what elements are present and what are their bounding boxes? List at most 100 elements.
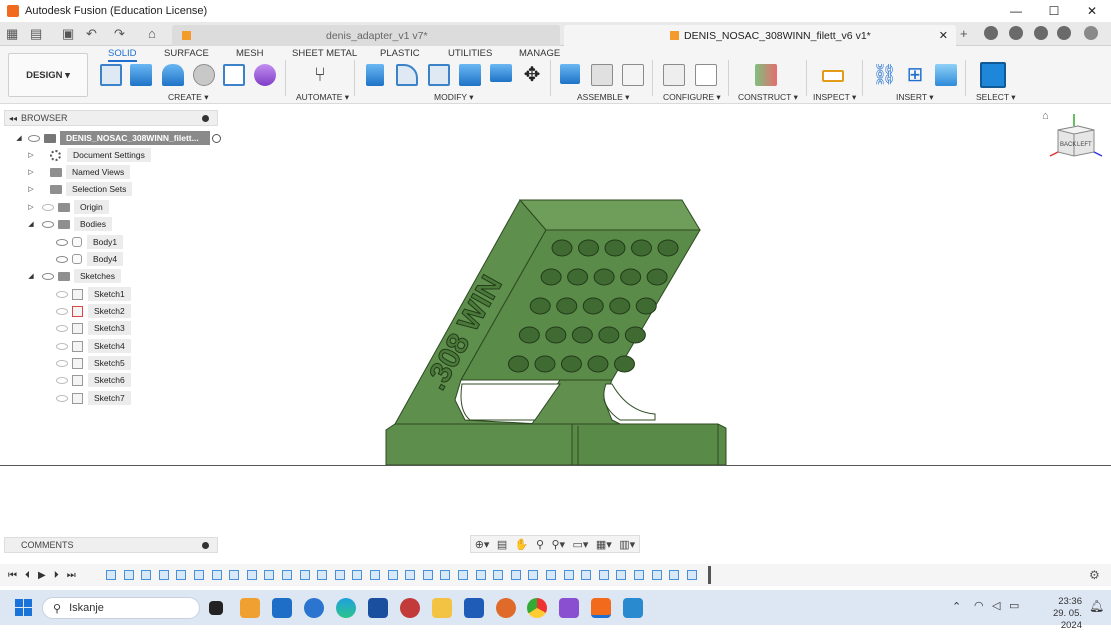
- insert-canvas-icon[interactable]: [935, 64, 957, 86]
- tab-sheet-metal[interactable]: SHEET METAL: [292, 48, 357, 59]
- zoom-window-icon[interactable]: ⚲▾: [551, 538, 565, 551]
- taskbar-clock[interactable]: 23:36 29. 05. 2024: [1030, 596, 1082, 632]
- visibility-eye-icon[interactable]: [56, 238, 68, 246]
- joint-icon[interactable]: [591, 64, 613, 86]
- tab-denis-adapter[interactable]: denis_adapter_v1 v7*: [172, 25, 560, 46]
- new-component-icon[interactable]: [560, 64, 580, 84]
- timeline-feature-icon[interactable]: [123, 570, 134, 580]
- tree-item-body1[interactable]: Body1: [56, 234, 124, 250]
- timeline-feature-icon[interactable]: [475, 570, 486, 580]
- timeline-feature-icon[interactable]: [669, 570, 680, 580]
- chrome-icon[interactable]: [527, 598, 547, 618]
- skype-icon[interactable]: [304, 598, 324, 618]
- tab-plastic[interactable]: PLASTIC: [380, 48, 420, 59]
- app-grid-icon[interactable]: ▦: [6, 26, 18, 42]
- windows-start-icon[interactable]: [15, 599, 32, 616]
- insert-menu[interactable]: INSERT ▾: [896, 92, 934, 103]
- visibility-eye-icon[interactable]: [28, 134, 40, 142]
- timeline-feature-icon[interactable]: [440, 570, 451, 580]
- viewports-icon[interactable]: ▥▾: [619, 538, 635, 551]
- timeline-feature-icon[interactable]: [158, 570, 169, 580]
- select-menu[interactable]: SELECT ▾: [976, 92, 1016, 103]
- zoom-icon[interactable]: ⚲: [536, 538, 544, 551]
- visual-studio-icon[interactable]: [559, 598, 579, 618]
- visibility-eye-icon[interactable]: [56, 376, 68, 384]
- press-pull-icon[interactable]: [366, 64, 384, 86]
- tree-item-sketch2[interactable]: Sketch2: [56, 303, 131, 319]
- combine-icon[interactable]: [490, 64, 512, 82]
- show-hidden-icons-icon[interactable]: ⌃: [952, 600, 961, 613]
- browser-panel-header[interactable]: ◂◂ BROWSER: [4, 110, 218, 126]
- grid-icon[interactable]: ▦▾: [596, 538, 612, 551]
- chamfer-icon[interactable]: [428, 64, 450, 86]
- timeline-feature-icon[interactable]: [634, 570, 644, 580]
- new-tab-icon[interactable]: +: [960, 26, 968, 41]
- visibility-eye-icon[interactable]: [56, 255, 68, 263]
- job-status-icon[interactable]: [1009, 26, 1023, 40]
- file-explorer-icon[interactable]: [432, 598, 452, 618]
- save-icon[interactable]: ▣: [62, 26, 74, 42]
- view-cube[interactable]: BACK LEFT: [1048, 112, 1104, 168]
- files-app-icon[interactable]: [240, 598, 260, 618]
- visibility-eye-icon[interactable]: [42, 220, 54, 228]
- timeline-feature-icon[interactable]: [616, 570, 627, 580]
- timeline-feature-icon[interactable]: [299, 570, 310, 580]
- tab-manage[interactable]: MANAGE: [519, 48, 560, 59]
- create-menu[interactable]: CREATE ▾: [168, 92, 208, 103]
- insert-derive-icon[interactable]: ⛓: [872, 64, 897, 86]
- visibility-eye-icon[interactable]: [56, 290, 68, 298]
- measure-icon[interactable]: [822, 70, 844, 82]
- timeline-feature-icon[interactable]: [317, 570, 328, 580]
- visibility-eye-icon[interactable]: [42, 272, 54, 280]
- visibility-eye-icon[interactable]: [56, 342, 68, 350]
- tab-surface[interactable]: SURFACE: [164, 48, 209, 59]
- extrude-icon[interactable]: [130, 64, 152, 86]
- add-comment-icon[interactable]: [202, 541, 209, 549]
- look-at-icon[interactable]: ▤: [497, 538, 507, 551]
- help-icon[interactable]: [1057, 26, 1071, 40]
- notifications-icon[interactable]: [1034, 26, 1048, 40]
- tree-item-body4[interactable]: Body4: [56, 251, 124, 267]
- tab-denis-nosac[interactable]: DENIS_NOSAC_308WINN_filett_v6 v1* ✕: [564, 25, 956, 46]
- tab-solid[interactable]: SOLID: [108, 48, 137, 62]
- timeline-feature-icon[interactable]: [141, 570, 152, 580]
- tree-item-sketch1[interactable]: Sketch1: [56, 286, 131, 302]
- timeline-feature-icon[interactable]: [176, 570, 187, 580]
- battery-icon[interactable]: ▭: [1009, 599, 1019, 612]
- maximize-button[interactable]: ☐: [1035, 0, 1073, 22]
- tree-item-sketch7[interactable]: Sketch7: [56, 390, 131, 406]
- wifi-icon[interactable]: ◠: [974, 599, 984, 612]
- timeline-feature-icon[interactable]: [194, 570, 204, 580]
- step-forward-icon[interactable]: ⏵: [54, 570, 59, 581]
- joint-origin-icon[interactable]: [622, 64, 644, 86]
- move-copy-icon[interactable]: ✥: [521, 64, 543, 86]
- timeline-feature-icon[interactable]: [458, 570, 468, 580]
- collapse-browser-icon[interactable]: ◂◂: [9, 114, 17, 123]
- step-back-icon[interactable]: ⏴: [25, 570, 30, 581]
- tree-item-bodies[interactable]: ◢ Bodies: [26, 216, 112, 232]
- timeline-feature-icon[interactable]: [405, 570, 416, 580]
- offset-plane-icon[interactable]: [755, 64, 777, 86]
- timeline-settings-icon[interactable]: ⚙: [1089, 568, 1100, 582]
- timeline-feature-icon[interactable]: [581, 570, 592, 580]
- automate-menu[interactable]: AUTOMATE ▾: [296, 92, 349, 103]
- file-menu-icon[interactable]: ▤: [30, 26, 42, 42]
- configuration-table-icon[interactable]: [695, 64, 717, 86]
- revolve-icon[interactable]: [162, 64, 184, 86]
- minimize-button[interactable]: —: [997, 0, 1035, 22]
- timeline-feature-icon[interactable]: [493, 570, 504, 580]
- store-icon[interactable]: [368, 598, 388, 618]
- timeline-feature-icon[interactable]: [106, 570, 116, 580]
- close-button[interactable]: ✕: [1073, 0, 1111, 22]
- home-icon[interactable]: ⌂: [148, 26, 156, 41]
- timeline-feature-icon[interactable]: [422, 570, 433, 580]
- timeline-feature-icon[interactable]: [282, 570, 292, 580]
- automate-icon[interactable]: ⑂: [309, 64, 331, 86]
- timeline-feature-icon[interactable]: [546, 570, 556, 580]
- task-view-icon[interactable]: [209, 601, 223, 615]
- go-to-end-icon[interactable]: ⏭: [67, 570, 76, 581]
- edge-icon[interactable]: [336, 598, 356, 618]
- tree-item-sketch4[interactable]: Sketch4: [56, 338, 131, 354]
- visibility-eye-icon[interactable]: [56, 394, 68, 402]
- home-view-icon[interactable]: ⌂: [1042, 110, 1049, 122]
